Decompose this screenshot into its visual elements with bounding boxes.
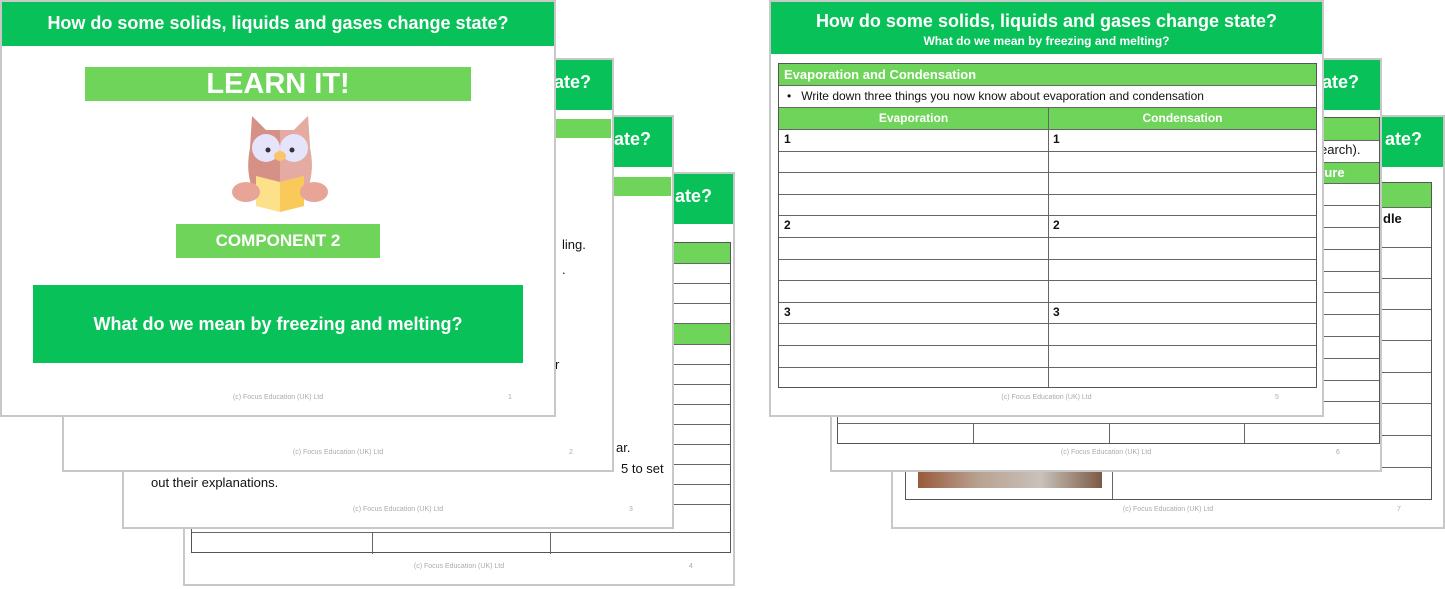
body-text: ling. (562, 237, 586, 252)
row-number: 1 (784, 132, 791, 146)
table-column-line (550, 532, 551, 554)
row-number: 2 (1053, 218, 1060, 233)
owl-reading-book-icon (232, 116, 328, 212)
copyright-footer: (c) Focus Education (UK) Ltd (1122, 506, 1214, 513)
copyright-footer: (c) Focus Education (UK) Ltd (232, 394, 324, 401)
slide-5[interactable]: How do some solids, liquids and gases ch… (769, 0, 1324, 417)
page-number: 4 (689, 563, 693, 570)
table-row-line (192, 532, 730, 533)
table-cell-text: earch). (1320, 142, 1361, 157)
row-number: 2 (784, 218, 791, 233)
body-text: out their explanations. (151, 475, 279, 490)
row-number: 1 (1053, 132, 1060, 146)
table-column-line (973, 423, 974, 443)
page-number: 2 (569, 449, 573, 456)
body-text: ar. (616, 440, 631, 455)
page-number: 5 (1275, 394, 1279, 401)
table-title-row: Evaporation and Condensation (779, 64, 1316, 85)
copyright-footer: (c) Focus Education (UK) Ltd (413, 563, 505, 570)
table-cell-text: dle (1383, 211, 1402, 226)
photo (918, 472, 1102, 488)
table-column-line (1048, 107, 1049, 387)
body-text: 5 to set (621, 461, 664, 476)
copyright-footer: (c) Focus Education (UK) Ltd (352, 506, 444, 513)
slide-subtitle: What do we mean by freezing and melting? (923, 34, 1170, 48)
lesson-question-box: What do we mean by freezing and melting? (33, 285, 523, 363)
instruction-text: • Write down three things you now know a… (787, 89, 1204, 103)
slide-header: How do some solids, liquids and gases ch… (771, 2, 1322, 54)
copyright-footer: (c) Focus Education (UK) Ltd (292, 449, 384, 456)
copyright-footer: (c) Focus Education (UK) Ltd (1001, 394, 1092, 401)
copyright-footer: (c) Focus Education (UK) Ltd (1060, 449, 1152, 456)
table-column-line (1109, 423, 1110, 443)
component-label: COMPONENT 2 (176, 224, 380, 258)
instruction-row: • Write down three things you now know a… (779, 85, 1316, 107)
slide-header: How do some solids, liquids and gases ch… (2, 2, 554, 46)
row-number: 3 (1053, 304, 1060, 319)
page-number: 3 (629, 506, 633, 513)
column-header-condensation: Condensation (1142, 111, 1223, 125)
slide-1[interactable]: How do some solids, liquids and gases ch… (0, 0, 556, 417)
column-header-evaporation: Evaporation (878, 111, 949, 125)
learn-it-banner: LEARN IT! (85, 67, 471, 101)
row-number: 3 (784, 304, 791, 319)
evaporation-condensation-table: Evaporation and Condensation • Write dow… (778, 63, 1317, 388)
body-text: . (562, 262, 566, 277)
table-column-line (372, 532, 373, 554)
page-number: 7 (1397, 506, 1401, 513)
page-number: 1 (508, 394, 512, 401)
page-number: 6 (1336, 449, 1340, 456)
table-column-line (1244, 423, 1245, 443)
